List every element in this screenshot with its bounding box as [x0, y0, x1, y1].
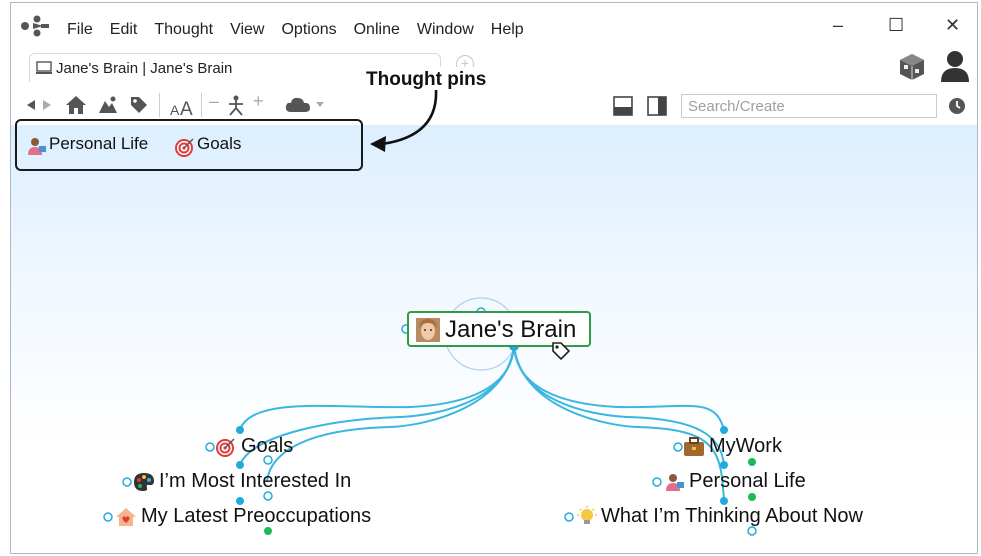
maximize-button[interactable]: ☐ [888, 15, 904, 36]
clock-history-icon[interactable] [948, 97, 966, 115]
thebrain-logo-icon[interactable] [19, 15, 53, 37]
menu-online[interactable]: Online [354, 21, 400, 39]
zoom-in-icon[interactable]: + [253, 91, 264, 112]
lightbulb-icon [577, 506, 597, 524]
search-placeholder: Search/Create [688, 98, 785, 115]
house-heart-icon [116, 508, 136, 526]
title-bar: File Edit Thought View Options Online Wi… [11, 3, 977, 49]
target-icon [216, 438, 235, 457]
person-icon [666, 474, 684, 491]
face-photo-icon [416, 318, 440, 342]
zoom-out-icon[interactable]: – [209, 91, 219, 112]
back-arrow-icon[interactable] [25, 99, 37, 111]
central-thought-label: Jane's Brain [445, 316, 577, 343]
brain-file-icon [36, 61, 52, 74]
side-panel-icon[interactable] [647, 96, 667, 116]
svg-text:A: A [170, 102, 180, 117]
menu-view[interactable]: View [230, 21, 264, 39]
menu-bar: File Edit Thought View Options Online Wi… [67, 21, 541, 39]
close-button[interactable]: ✕ [945, 15, 960, 36]
tag-icon[interactable] [129, 95, 149, 115]
font-size-icon[interactable]: A A [169, 95, 195, 117]
tab-label: Jane's Brain | Jane's Brain [56, 60, 233, 77]
menu-edit[interactable]: Edit [110, 21, 138, 39]
menu-thought[interactable]: Thought [154, 21, 213, 39]
bottom-panel-icon[interactable] [613, 96, 633, 116]
briefcase-icon [684, 437, 704, 456]
toolbar-divider [159, 93, 160, 117]
minimize-button[interactable]: – [833, 15, 843, 36]
user-account-icon[interactable] [939, 49, 971, 83]
app-window: File Edit Thought View Options Online Wi… [10, 2, 978, 554]
thought-most-interested-in[interactable]: I’m Most Interested In [159, 470, 351, 493]
menu-options[interactable]: Options [281, 21, 336, 39]
home-icon[interactable] [65, 95, 87, 115]
image-view-icon[interactable] [97, 95, 119, 115]
palette-icon [134, 473, 154, 491]
layout-icon[interactable] [225, 94, 247, 116]
search-input[interactable]: Search/Create [681, 94, 937, 118]
menu-help[interactable]: Help [491, 21, 524, 39]
menu-file[interactable]: File [67, 21, 93, 39]
thought-mywork[interactable]: MyWork [709, 435, 782, 458]
tag-outline-icon[interactable] [551, 341, 571, 361]
menu-window[interactable]: Window [417, 21, 474, 39]
toolbar-divider [201, 93, 202, 117]
cloud-sync-icon[interactable] [285, 97, 311, 113]
thought-thinking-about-now[interactable]: What I’m Thinking About Now [601, 505, 863, 528]
chevron-down-icon[interactable] [315, 101, 325, 109]
thought-goals[interactable]: Goals [241, 435, 293, 458]
cube-icon[interactable] [897, 52, 927, 82]
svg-text:A: A [180, 99, 193, 117]
forward-arrow-icon[interactable] [41, 99, 53, 111]
thought-personal-life[interactable]: Personal Life [689, 470, 806, 493]
thought-latest-preoccupations[interactable]: My Latest Preoccupations [141, 505, 371, 528]
